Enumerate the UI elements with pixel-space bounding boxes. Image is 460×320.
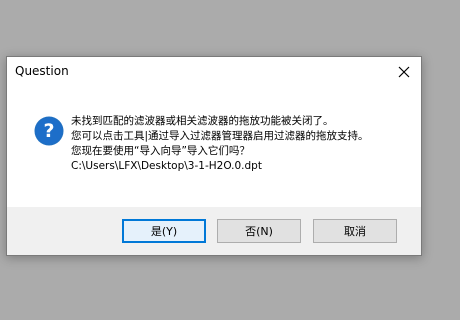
question-dialog: Question ? 未找到匹配的滤波器或相关滤波器的拖放功能被关闭了。 您可以… — [6, 56, 422, 256]
yes-button[interactable]: 是(Y) — [122, 219, 206, 243]
file-path: C:\Users\LFX\Desktop\3-1-H2O.0.dpt — [71, 160, 262, 172]
dialog-message: 未找到匹配的滤波器或相关滤波器的拖放功能被关闭了。 您可以点击工具|通过导入过滤… — [71, 114, 369, 174]
svg-text:?: ? — [43, 120, 54, 142]
message-line: 您可以点击工具|通过导入过滤器管理器启用过滤器的拖放支持。 — [71, 130, 369, 142]
cancel-button[interactable]: 取消 — [313, 219, 397, 243]
dialog-button-bar: 是(Y) 否(N) 取消 — [7, 207, 421, 255]
dialog-titlebar[interactable]: Question — [7, 57, 421, 87]
dialog-title: Question — [15, 64, 69, 78]
question-icon: ? — [34, 116, 64, 146]
close-button[interactable] — [387, 57, 421, 87]
no-button[interactable]: 否(N) — [217, 219, 301, 243]
message-line: 未找到匹配的滤波器或相关滤波器的拖放功能被关闭了。 — [71, 115, 334, 127]
close-icon — [398, 66, 410, 78]
dialog-content: ? 未找到匹配的滤波器或相关滤波器的拖放功能被关闭了。 您可以点击工具|通过导入… — [7, 87, 421, 207]
message-line: 您现在要使用“导入向导”导入它们吗？ — [71, 145, 250, 157]
